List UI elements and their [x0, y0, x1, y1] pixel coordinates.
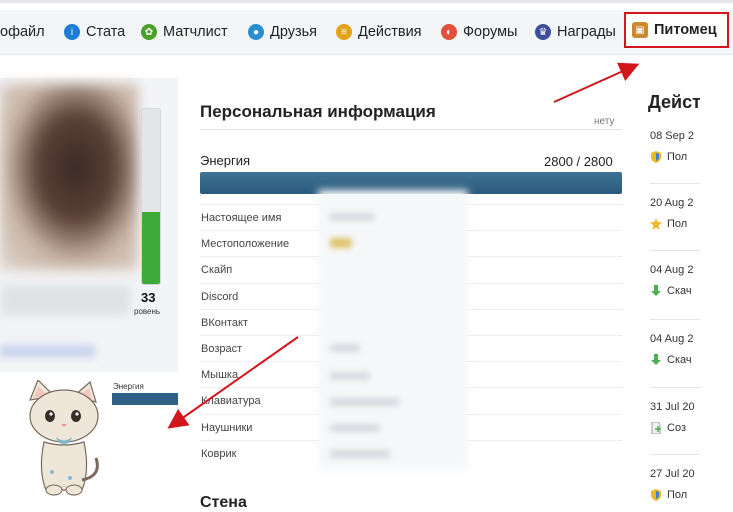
- info-row-label: Скайп: [201, 264, 233, 277]
- shield-icon: [650, 151, 667, 163]
- energy-value: 2800 / 2800: [544, 154, 613, 169]
- actions-title: Дейст: [648, 92, 701, 112]
- tab-friends[interactable]: ● Друзья: [248, 10, 317, 54]
- profile-tabs: офайл i Стата ✿ Матчлист ● Друзья ≡ Дейс…: [0, 10, 733, 55]
- action-item[interactable]: Соз: [650, 422, 686, 434]
- blurred-value: [330, 450, 390, 458]
- action-text: Пол: [667, 218, 688, 230]
- action-separator: [650, 454, 700, 455]
- shield-icon: [650, 489, 667, 501]
- action-date: 27 Jul 20: [650, 468, 695, 480]
- blurred-value: [330, 344, 360, 352]
- info-row-label: Клавиатура: [201, 395, 261, 408]
- action-item[interactable]: Пол: [650, 489, 687, 501]
- action-date: 31 Jul 20: [650, 401, 695, 413]
- action-separator: [650, 387, 700, 388]
- level-label: ровень: [134, 307, 161, 316]
- blurred-value: [330, 238, 352, 248]
- action-date: 20 Aug 2: [650, 197, 694, 209]
- action-date: 04 Aug 2: [650, 333, 694, 345]
- info-row-label: Возраст: [201, 343, 243, 355]
- info-row-label: Коврик: [201, 447, 237, 460]
- tab-actions[interactable]: ≡ Действия: [336, 10, 422, 54]
- info-row-label: Настоящее имя: [201, 212, 282, 224]
- radiation-icon: ✿: [141, 24, 157, 40]
- username-blurred: [0, 285, 130, 315]
- personal-info-title: Персональная информация: [200, 102, 436, 121]
- action-text: Пол: [667, 489, 688, 501]
- tab-profile[interactable]: офайл: [0, 10, 45, 54]
- top-bar: [0, 0, 733, 3]
- action-item[interactable]: Скач: [650, 354, 692, 366]
- action-separator: [650, 319, 700, 320]
- tab-matchlist[interactable]: ✿ Матчлист: [141, 10, 228, 54]
- info-row-label: Discord: [201, 290, 239, 303]
- medal-icon: [650, 218, 667, 230]
- action-date: 04 Aug 2: [650, 264, 694, 276]
- trophy-icon: ♛: [535, 24, 551, 40]
- info-icon: i: [64, 24, 80, 40]
- blurred-value: [330, 213, 374, 221]
- tab-pet[interactable]: ▣ Питомец: [624, 12, 729, 48]
- action-text: Скач: [667, 354, 692, 366]
- level-number: 33: [141, 290, 156, 305]
- action-date: 08 Sep 2: [650, 130, 695, 142]
- forum-icon: ◐: [441, 24, 457, 40]
- section-divider: [200, 129, 622, 130]
- users-icon: ●: [248, 24, 264, 40]
- level-progress-fill: [142, 212, 160, 284]
- tab-stats[interactable]: i Стата: [64, 10, 125, 54]
- avatar[interactable]: [0, 84, 138, 270]
- download-icon: [650, 285, 667, 297]
- action-item[interactable]: Пол: [650, 218, 687, 230]
- wall-title: Стена: [200, 494, 247, 511]
- blurred-value: [330, 372, 370, 380]
- download-icon: [650, 354, 667, 366]
- blurred-value: [330, 424, 380, 432]
- info-row-label: ВКонтакт: [201, 316, 248, 329]
- action-item[interactable]: Пол: [650, 151, 687, 163]
- info-row-label: Мышка: [201, 369, 239, 382]
- tab-forums[interactable]: ◐ Форумы: [441, 10, 517, 54]
- profile-link-blurred[interactable]: [0, 345, 95, 357]
- energy-label: Энергия: [200, 153, 251, 168]
- blurred-value: [330, 398, 400, 406]
- pet-icon: ▣: [632, 22, 648, 38]
- list-icon: ≡: [336, 24, 352, 40]
- no-data-label: нету: [594, 116, 615, 127]
- tab-awards[interactable]: ♛ Награды: [535, 10, 616, 54]
- action-item[interactable]: Скач: [650, 285, 692, 297]
- action-text: Пол: [667, 151, 688, 163]
- cat-pet-image[interactable]: [24, 380, 104, 500]
- info-row-label: Наушники: [201, 421, 253, 434]
- pet-energy-label: Энергия: [113, 382, 144, 391]
- page-edge: [700, 55, 733, 512]
- pet-energy-bar: [112, 393, 178, 405]
- action-text: Соз: [667, 422, 686, 434]
- action-text: Скач: [667, 285, 692, 297]
- info-row-label: Местоположение: [201, 238, 290, 251]
- action-separator: [650, 183, 700, 184]
- action-separator: [650, 250, 700, 251]
- level-progress-bar: [141, 108, 161, 285]
- file-icon: [650, 422, 667, 434]
